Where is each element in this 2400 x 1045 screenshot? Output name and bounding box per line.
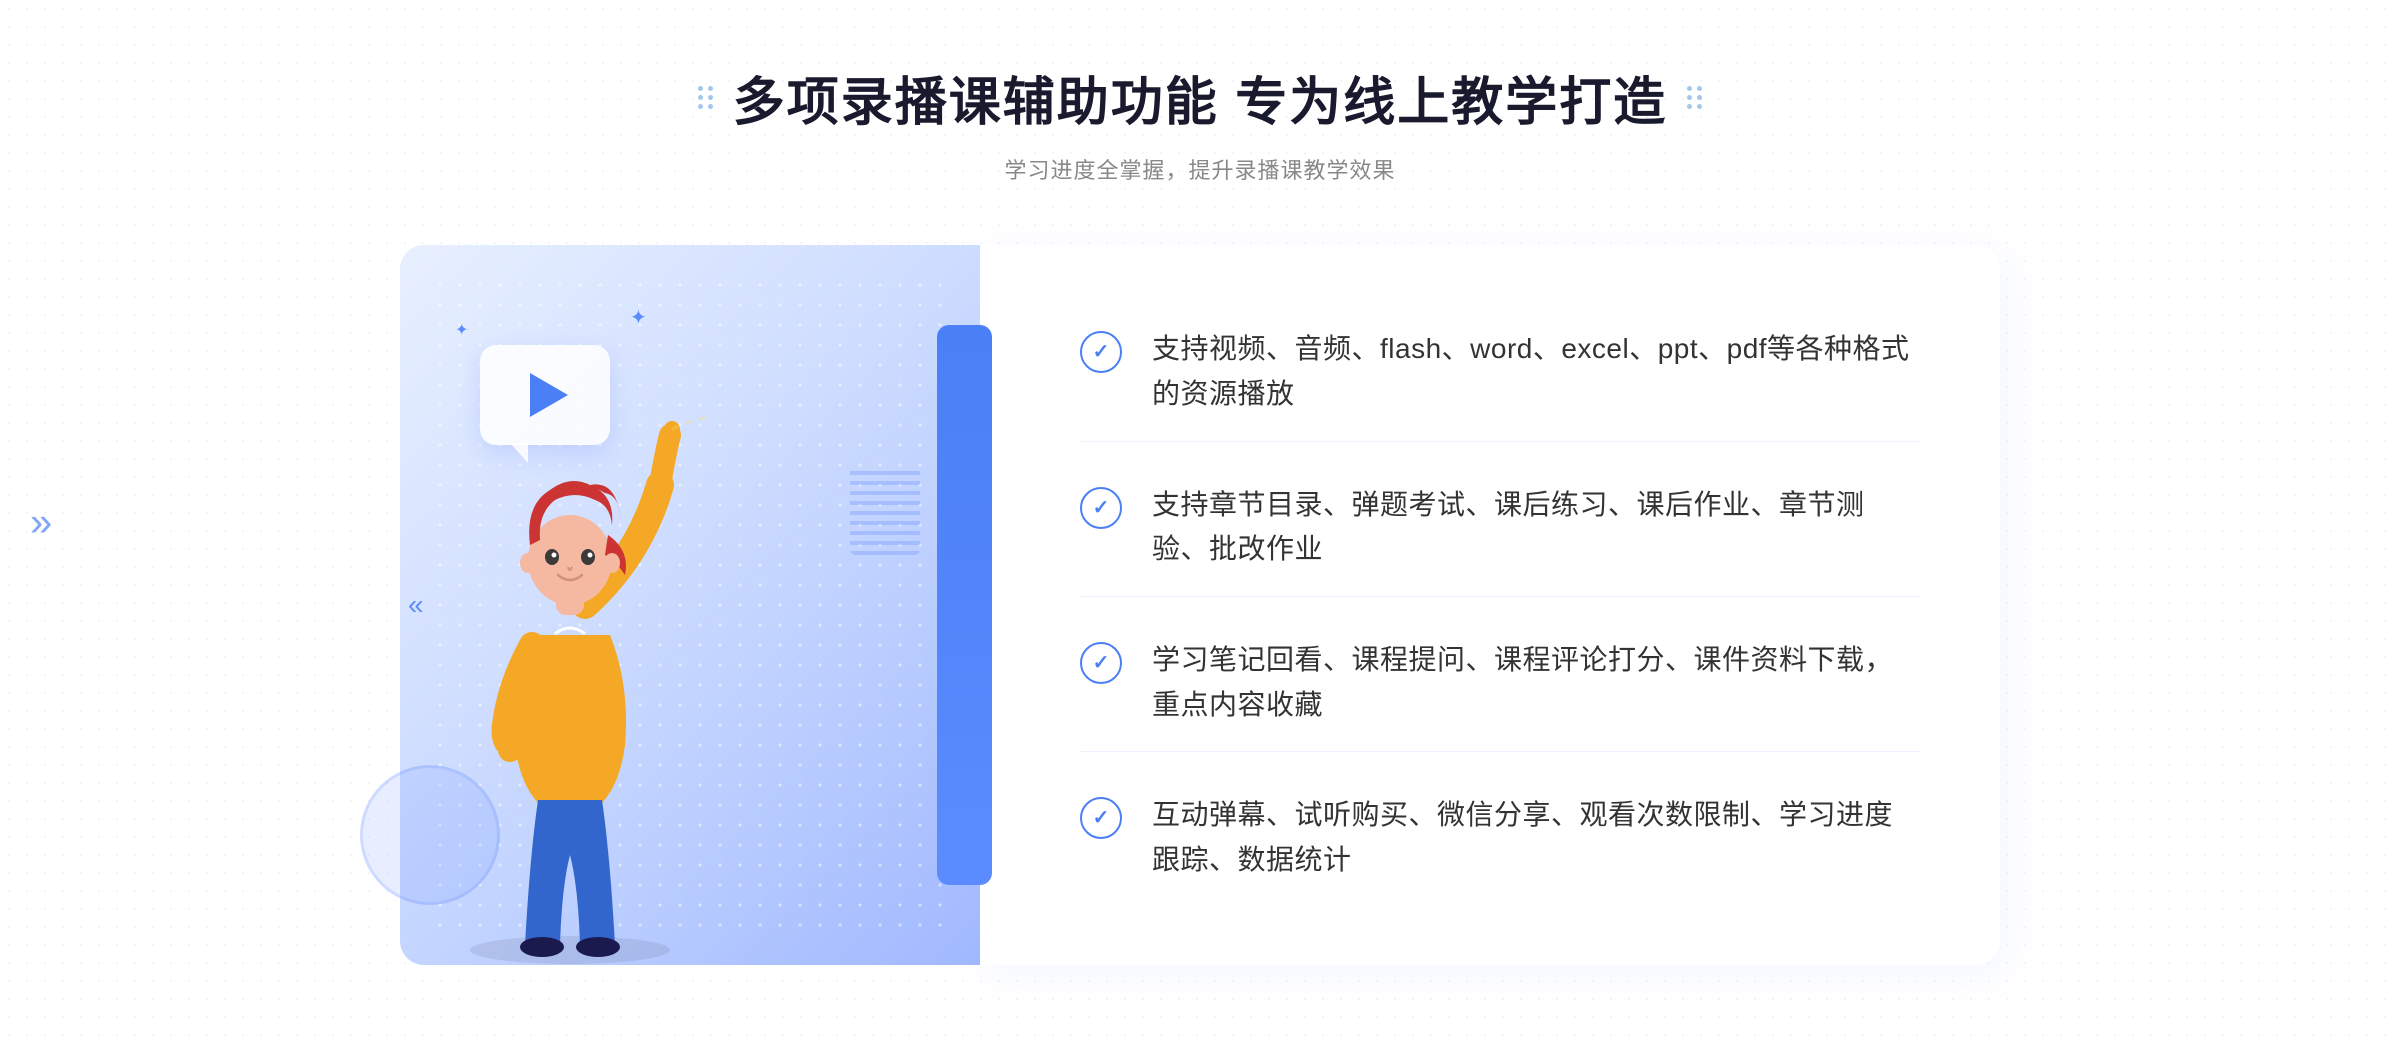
arrows-left-icon: « [408,589,424,621]
check-circle-2: ✓ [1080,487,1122,529]
dot [708,104,713,109]
dot [1687,86,1692,91]
page-subtitle: 学习进度全掌握，提升录播课教学效果 [698,153,1702,185]
star-right-icon: ✦ [630,305,647,330]
blue-side-bar [937,325,992,885]
title-dots-right [1687,86,1702,109]
check-circle-4: ✓ [1080,797,1122,839]
content-container: 多项录播课辅助功能 专为线上教学打造 [0,60,2400,965]
feature-item-1: ✓ 支持视频、音频、flash、word、excel、ppt、pdf等各种格式的… [1080,303,1920,442]
feature-item-2: ✓ 支持章节目录、弹题考试、课后练习、课后作业、章节测验、批改作业 [1080,459,1920,598]
main-card-area: ✦ ✦ [400,245,2000,965]
header-section: 多项录播课辅助功能 专为线上教学打造 [698,60,1702,185]
feature-item-4: ✓ 互动弹幕、试听购买、微信分享、观看次数限制、学习进度跟踪、数据统计 [1080,769,1920,907]
title-row: 多项录播课辅助功能 专为线上教学打造 [698,60,1702,135]
page-wrapper: » [0,0,2400,1045]
check-mark-icon-1: ✓ [1093,342,1110,362]
dot [1697,95,1702,100]
check-mark-icon-2: ✓ [1093,498,1110,518]
dot [1687,95,1692,100]
dot [708,86,713,91]
check-circle-3: ✓ [1080,642,1122,684]
feature-text-4: 互动弹幕、试听购买、微信分享、观看次数限制、学习进度跟踪、数据统计 [1152,793,1920,883]
dot [1687,104,1692,109]
outside-arrows-left: » [30,500,52,545]
right-panel: ✓ 支持视频、音频、flash、word、excel、ppt、pdf等各种格式的… [980,245,2000,965]
check-mark-icon-3: ✓ [1093,653,1110,673]
dot [1697,86,1702,91]
dot [698,104,703,109]
feature-text-1: 支持视频、音频、flash、word、excel、ppt、pdf等各种格式的资源… [1152,327,1920,417]
check-mark-icon-4: ✓ [1093,808,1110,828]
page-title: 多项录播课辅助功能 专为线上教学打造 [733,60,1667,135]
circle-decoration-1 [360,765,500,905]
title-dots-left [698,86,713,109]
dot [1697,104,1702,109]
dot [698,86,703,91]
star-left-icon: ✦ [455,320,468,340]
dot [708,95,713,100]
feature-text-3: 学习笔记回看、课程提问、课程评论打分、课件资料下载，重点内容收藏 [1152,638,1920,728]
feature-text-2: 支持章节目录、弹题考试、课后练习、课后作业、章节测验、批改作业 [1152,483,1920,573]
dot [698,95,703,100]
left-illustration: ✦ ✦ [400,245,980,965]
check-circle-1: ✓ [1080,331,1122,373]
feature-item-3: ✓ 学习笔记回看、课程提问、课程评论打分、课件资料下载，重点内容收藏 [1080,614,1920,753]
stripe-decoration [850,465,920,555]
